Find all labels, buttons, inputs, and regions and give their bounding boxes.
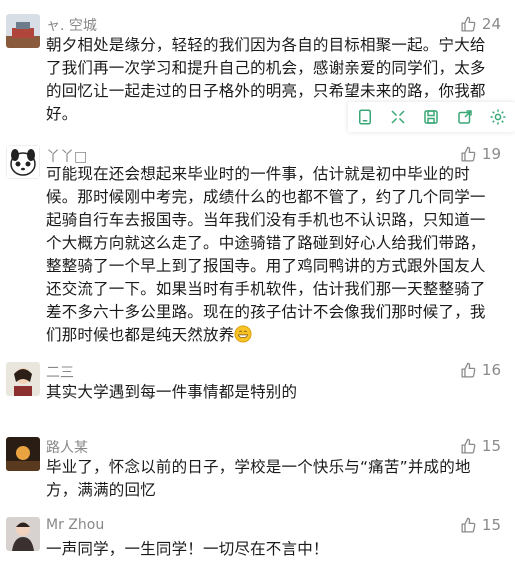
save-button[interactable] <box>418 104 444 130</box>
like-button[interactable]: 19 <box>460 145 501 163</box>
comment-text: 其实大学遇到每一件事情都是特别的 <box>46 383 298 401</box>
avatar[interactable] <box>6 517 40 551</box>
comment-text: 可能现在还会想起来毕业时的一件事，估计就是初中毕业的时候。那时候刚中考完，成绩什… <box>46 163 501 347</box>
like-count: 15 <box>481 516 501 534</box>
like-count: 15 <box>481 437 501 455</box>
share-button[interactable] <box>452 104 478 130</box>
thumbs-up-icon <box>461 438 476 454</box>
settings-button[interactable] <box>485 104 511 130</box>
avatar[interactable] <box>6 362 40 396</box>
thumbs-up-icon <box>461 362 476 378</box>
avatar[interactable] <box>6 437 40 471</box>
thumbs-up-icon <box>461 517 476 533</box>
like-count: 24 <box>481 15 501 33</box>
settings-icon <box>490 109 506 125</box>
commenter-name: 路人某 <box>46 440 88 456</box>
comment-text: 毕业了，怀念以前的日子，学校是一个快乐与“痛苦”并成的地方，满满的回忆 <box>46 458 471 499</box>
thumbs-up-icon <box>461 146 476 162</box>
copy-icon <box>358 109 371 125</box>
thumbs-up-icon <box>461 16 476 32</box>
comment-text-body: 可能现在还会想起来毕业时的一件事，估计就是初中毕业的时候。那时候刚中考完，成绩什… <box>46 165 486 344</box>
avatar[interactable] <box>6 14 40 48</box>
commenter-name: ャ. 空城 <box>46 18 97 34</box>
save-icon <box>424 110 439 124</box>
like-count: 16 <box>481 361 501 379</box>
like-button[interactable]: 15 <box>460 437 501 455</box>
expand-button[interactable] <box>385 104 411 130</box>
share-icon <box>458 110 472 124</box>
like-count: 19 <box>481 145 501 163</box>
grinning-emoji-icon <box>234 325 252 343</box>
like-button[interactable]: 15 <box>460 516 501 534</box>
copy-button[interactable] <box>352 104 378 130</box>
like-button[interactable]: 24 <box>460 15 501 33</box>
avatar[interactable] <box>6 145 40 179</box>
expand-icon <box>391 110 405 124</box>
commenter-name: 二三 <box>46 365 74 381</box>
comment-text: 一声同学，一生同学！一切尽在不言中！ <box>46 540 329 558</box>
like-button[interactable]: 16 <box>460 361 501 379</box>
commenter-name: Mr Zhou <box>46 517 105 533</box>
floating-toolbar <box>348 102 515 132</box>
